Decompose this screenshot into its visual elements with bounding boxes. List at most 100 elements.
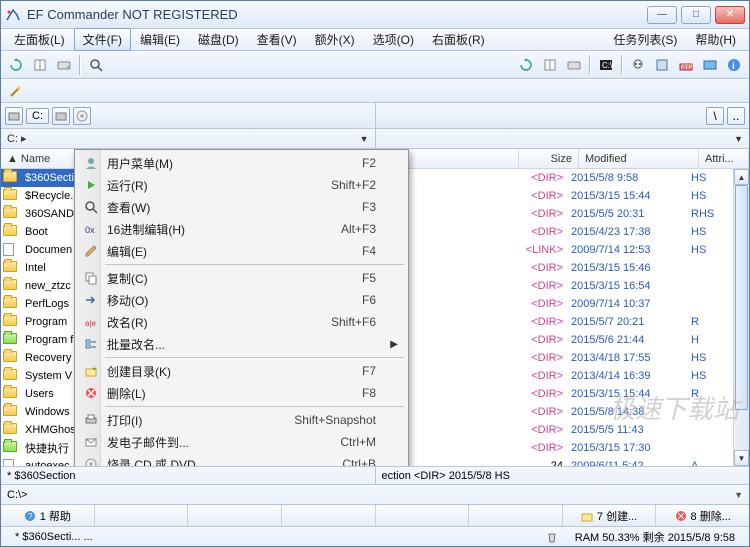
menu-k[interactable]: +创建目录(K)F7 bbox=[77, 360, 406, 382]
menu-3[interactable]: 磁盘(D) bbox=[189, 28, 248, 51]
fn-5-button[interactable] bbox=[376, 505, 470, 526]
menubar: 左面板(L)文件(F)编辑(E)磁盘(D)查看(V)额外(X)选项(O)右面板(… bbox=[1, 29, 749, 51]
drive-d-icon[interactable] bbox=[52, 107, 70, 125]
shortcut: Alt+F3 bbox=[341, 222, 376, 236]
fn-3-button[interactable] bbox=[188, 505, 282, 526]
menu-r[interactable]: 运行(R)Shift+F2 bbox=[77, 174, 406, 196]
item-attr: A bbox=[687, 460, 733, 466]
folder-icon bbox=[581, 510, 593, 522]
view-icon bbox=[82, 198, 100, 216]
scroll-up-icon[interactable]: ▲ bbox=[734, 169, 749, 185]
wand-icon[interactable] bbox=[5, 80, 27, 102]
status-left: * $360Secti... ... bbox=[7, 531, 101, 543]
fn-8-button[interactable]: 8 删除... bbox=[656, 505, 749, 526]
menu-label: 查看(W) bbox=[107, 199, 150, 216]
svg-text:FTP: FTP bbox=[681, 65, 692, 71]
shortcut: Ctrl+M bbox=[340, 435, 376, 449]
menu-right-0[interactable]: 任务列表(S) bbox=[604, 28, 686, 51]
item-attr: HS bbox=[687, 190, 733, 202]
separator bbox=[105, 357, 404, 358]
cd-icon[interactable] bbox=[73, 107, 91, 125]
drive-a-icon[interactable] bbox=[5, 107, 23, 125]
skull-icon[interactable] bbox=[627, 54, 649, 76]
command-line[interactable]: C:\> ▼ bbox=[1, 484, 749, 504]
left-path[interactable]: C: ▸▼ bbox=[1, 129, 375, 148]
item-size: <LINK> bbox=[507, 244, 567, 256]
fn-2-button[interactable] bbox=[95, 505, 189, 526]
folder-icon bbox=[3, 369, 19, 383]
menu-w[interactable]: 查看(W) F3 bbox=[77, 196, 406, 218]
maximize-button[interactable]: □ bbox=[681, 6, 711, 24]
refresh2-icon[interactable] bbox=[515, 54, 537, 76]
fn-4-button[interactable] bbox=[282, 505, 376, 526]
batch-icon bbox=[82, 335, 100, 353]
refresh-icon[interactable] bbox=[5, 54, 27, 76]
scroll-thumb[interactable] bbox=[735, 185, 748, 410]
scrollbar[interactable]: ▲ ▼ bbox=[733, 169, 749, 466]
main-toolbar: C:\ FTP i bbox=[1, 51, 749, 79]
menu-l[interactable]: 删除(L)F8 bbox=[77, 382, 406, 404]
menu-label: 删除(L) bbox=[107, 385, 146, 402]
delete-icon bbox=[675, 510, 687, 522]
drive2-icon[interactable] bbox=[563, 54, 585, 76]
folder-icon bbox=[3, 207, 19, 221]
item-date: 2013/4/18 17:55 bbox=[567, 352, 687, 364]
menu-o[interactable]: 移动(O)F6 bbox=[77, 289, 406, 311]
svg-text:+: + bbox=[92, 364, 97, 373]
ftp-icon[interactable]: FTP bbox=[675, 54, 697, 76]
fn-7-button[interactable]: 7 创建... bbox=[563, 505, 657, 526]
net-icon[interactable] bbox=[699, 54, 721, 76]
menu-label: 创建目录(K) bbox=[107, 363, 171, 380]
drive-icon[interactable] bbox=[53, 54, 75, 76]
shortcut: Shift+F6 bbox=[331, 315, 376, 329]
root-icon[interactable]: \ bbox=[706, 107, 724, 125]
help-icon[interactable]: i bbox=[723, 54, 745, 76]
menu-[interactable]: 批量改名...▶ bbox=[77, 333, 406, 355]
up-icon[interactable]: .. bbox=[727, 107, 745, 125]
termimal-icon[interactable]: C:\ bbox=[595, 54, 617, 76]
menu-label: 烧录 CD 或 DVD... bbox=[107, 456, 206, 467]
scroll-down-icon[interactable]: ▼ bbox=[734, 450, 749, 466]
menu-1[interactable]: 文件(F) bbox=[74, 28, 131, 51]
folder-icon bbox=[3, 279, 19, 293]
minimize-button[interactable]: — bbox=[647, 6, 677, 24]
folder-icon bbox=[3, 405, 19, 419]
find-icon[interactable] bbox=[85, 54, 107, 76]
menu-6[interactable]: 选项(O) bbox=[364, 28, 423, 51]
menu-2[interactable]: 编辑(E) bbox=[131, 28, 189, 51]
folder-icon bbox=[3, 225, 19, 239]
shortcut: F3 bbox=[362, 200, 376, 214]
fn-6-button[interactable] bbox=[469, 505, 563, 526]
recycle-icon[interactable] bbox=[537, 530, 567, 544]
drive-c-left[interactable]: C: bbox=[26, 108, 49, 124]
close-button[interactable]: ✕ bbox=[715, 6, 745, 24]
window-icon[interactable] bbox=[651, 54, 673, 76]
menu-h[interactable]: 0x16进制编辑(H)Alt+F3 bbox=[77, 218, 406, 240]
file-icon bbox=[3, 243, 19, 257]
menu-e[interactable]: 编辑(E)F4 bbox=[77, 240, 406, 262]
menu-4[interactable]: 查看(V) bbox=[248, 28, 306, 51]
menu-i[interactable]: 打印(I)Shift+Snapshot bbox=[77, 409, 406, 431]
menu-right-1[interactable]: 帮助(H) bbox=[686, 28, 745, 51]
menu-5[interactable]: 额外(X) bbox=[306, 28, 364, 51]
item-size: 24 bbox=[507, 460, 567, 466]
svg-text:0x: 0x bbox=[85, 225, 95, 235]
separator bbox=[105, 406, 404, 407]
book-icon[interactable] bbox=[29, 54, 51, 76]
submenu-arrow-icon: ▶ bbox=[390, 339, 398, 350]
fn-1-button[interactable]: ?1 帮助 bbox=[1, 505, 95, 526]
menu-[interactable]: 发电子邮件到...Ctrl+M bbox=[77, 431, 406, 453]
hex-icon: 0x bbox=[82, 220, 100, 238]
menu-7[interactable]: 右面板(R) bbox=[423, 28, 494, 51]
book2-icon[interactable] bbox=[539, 54, 561, 76]
right-path[interactable]: ▼ bbox=[375, 129, 750, 148]
rename-icon: a|e bbox=[82, 313, 100, 331]
menu-r[interactable]: a|e改名(R)Shift+F6 bbox=[77, 311, 406, 333]
folder-icon bbox=[3, 297, 19, 311]
menu-c[interactable]: 复制(C)F5 bbox=[77, 267, 406, 289]
menu-m[interactable]: 用户菜单(M)F2 bbox=[77, 152, 406, 174]
svg-text:C:\: C:\ bbox=[602, 61, 613, 70]
menu-0[interactable]: 左面板(L) bbox=[5, 28, 74, 51]
item-size: <DIR> bbox=[507, 298, 567, 310]
menu-cddvd[interactable]: 烧录 CD 或 DVD...Ctrl+B bbox=[77, 453, 406, 466]
